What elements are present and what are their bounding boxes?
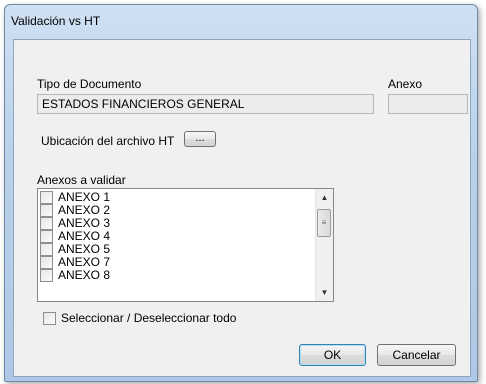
scroll-thumb[interactable]: ≡ <box>317 209 331 237</box>
anexo-label: Anexo <box>388 77 423 91</box>
cancel-button[interactable]: Cancelar <box>377 344 456 366</box>
anexo-checkbox[interactable] <box>40 217 53 230</box>
title-bar[interactable]: Validación vs HT <box>5 5 477 39</box>
anexos-a-validar-label: Anexos a validar <box>37 173 126 187</box>
anexo-checkbox[interactable] <box>40 269 53 282</box>
anexo-label: ANEXO 8 <box>58 268 111 282</box>
dialog-window: Validación vs HT Tipo de Documento ESTAD… <box>4 4 478 382</box>
anexo-label: ANEXO 7 <box>58 255 111 269</box>
select-all-label[interactable]: Seleccionar / Deseleccionar todo <box>61 311 236 325</box>
scroll-up-arrow-icon[interactable]: ▲ <box>316 189 333 206</box>
tipo-documento-label: Tipo de Documento <box>37 77 142 91</box>
anexo-checkbox[interactable] <box>40 230 53 243</box>
select-all-checkbox[interactable] <box>43 312 56 325</box>
anexo-label: ANEXO 2 <box>58 203 111 217</box>
browse-button[interactable]: ... <box>184 131 216 147</box>
anexos-listbox[interactable]: ANEXO 1 ANEXO 2 ANEXO 3 ANEXO 4 ANEXO 5 ANEXO… <box>37 188 334 302</box>
scroll-grip-icon: ≡ <box>321 218 327 227</box>
anexo-label: ANEXO 1 <box>58 190 111 204</box>
ubicacion-label: Ubicación del archivo HT <box>41 134 175 148</box>
tipo-documento-field[interactable]: ESTADOS FINANCIEROS GENERAL <box>37 94 374 114</box>
anexo-checkbox[interactable] <box>40 256 53 269</box>
anexo-label: ANEXO 3 <box>58 216 111 230</box>
anexo-label: ANEXO 4 <box>58 229 111 243</box>
dialog-body: Tipo de Documento ESTADOS FINANCIEROS GE… <box>13 39 471 377</box>
anexo-field[interactable] <box>388 94 468 114</box>
anexo-checkbox[interactable] <box>40 191 53 204</box>
anexo-checkbox[interactable] <box>40 204 53 217</box>
list-item[interactable]: ANEXO 8 <box>38 269 315 282</box>
anexo-checkbox[interactable] <box>40 243 53 256</box>
listbox-scrollbar[interactable]: ▲ ≡ ▼ <box>315 189 333 301</box>
anexo-label: ANEXO 5 <box>58 242 111 256</box>
scroll-down-arrow-icon[interactable]: ▼ <box>316 284 333 301</box>
window-title: Validación vs HT <box>11 14 101 28</box>
ok-button[interactable]: OK <box>299 344 366 366</box>
